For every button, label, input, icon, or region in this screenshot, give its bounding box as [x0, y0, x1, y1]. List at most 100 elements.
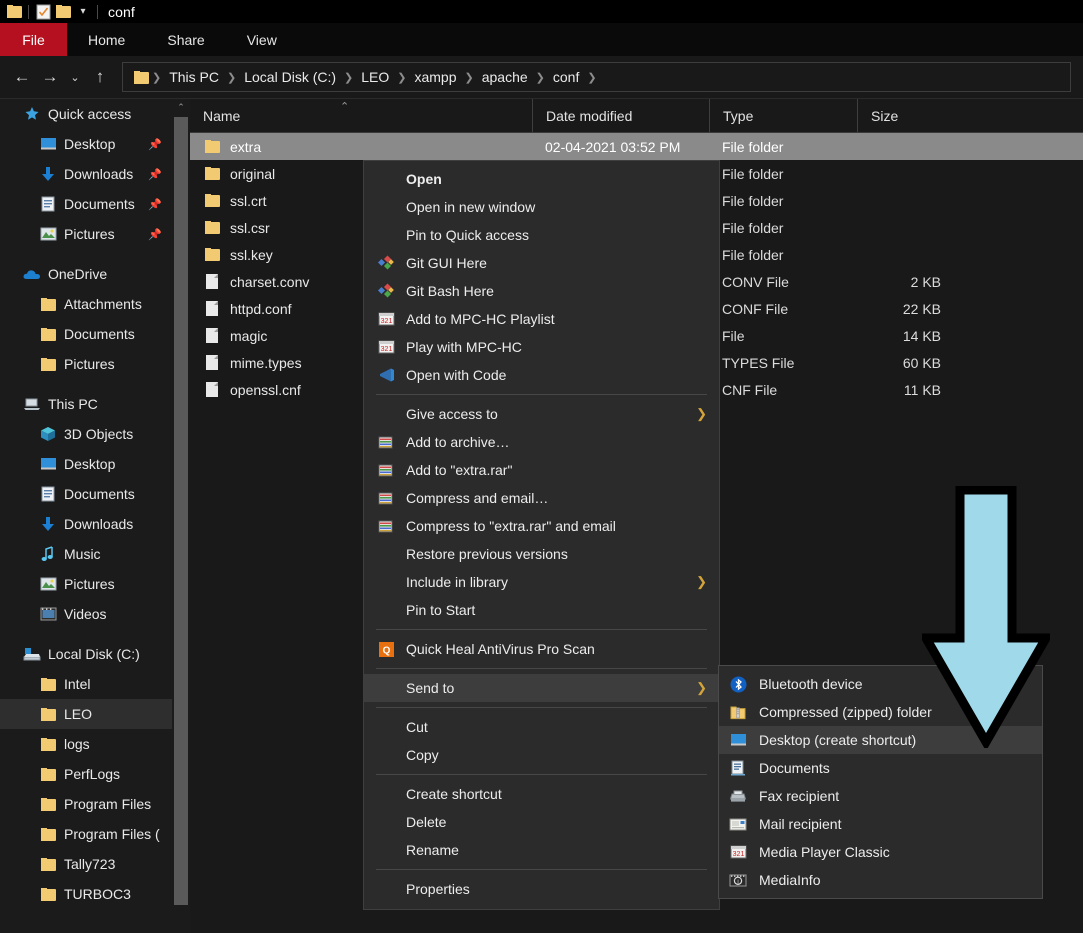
- sidebar-group-this-pc[interactable]: This PC: [0, 389, 172, 419]
- tab-view[interactable]: View: [226, 23, 298, 56]
- breadcrumb-item-local-disk[interactable]: Local Disk (C:): [237, 69, 343, 85]
- sidebar-item-attachments[interactable]: Attachments: [0, 289, 172, 319]
- sidebar-item-perflogs[interactable]: PerfLogs: [0, 759, 172, 789]
- column-header-size[interactable]: Size: [857, 98, 959, 133]
- submenu-item-label: Bluetooth device: [759, 676, 863, 692]
- menu-item-open[interactable]: Open: [364, 165, 719, 193]
- tab-home[interactable]: Home: [67, 23, 146, 56]
- sidebar-item-documents[interactable]: Documents: [0, 479, 172, 509]
- sidebar-item-intel[interactable]: Intel: [0, 669, 172, 699]
- sidebar-item-documents[interactable]: Documents 📌: [0, 189, 172, 219]
- blank-icon: [376, 785, 396, 803]
- tab-file[interactable]: File: [0, 23, 67, 56]
- menu-item-add-to-extra-rar[interactable]: Add to "extra.rar": [364, 456, 719, 484]
- file-icon: [203, 382, 221, 398]
- chevron-down-icon[interactable]: ⌄: [64, 63, 86, 91]
- sidebar-group-local-disk-c-[interactable]: Local Disk (C:): [0, 639, 172, 669]
- sidebar-item-leo[interactable]: LEO: [0, 699, 172, 729]
- menu-item-give-access-to[interactable]: Give access to ❯: [364, 400, 719, 428]
- sidebar-item-tally723[interactable]: Tally723: [0, 849, 172, 879]
- sidebar-item-downloads[interactable]: Downloads 📌: [0, 159, 172, 189]
- breadcrumb-item-apache[interactable]: apache: [475, 69, 535, 85]
- submenu-item-media-player-classic[interactable]: 321 Media Player Classic: [719, 838, 1042, 866]
- column-header-name[interactable]: Name: [190, 99, 532, 133]
- sidebar-item-documents[interactable]: Documents: [0, 319, 172, 349]
- pin-icon[interactable]: 📌: [148, 138, 162, 151]
- menu-item-copy[interactable]: Copy: [364, 741, 719, 769]
- scrollbar-thumb[interactable]: [174, 117, 188, 905]
- sidebar-scrollbar[interactable]: ⌃: [172, 99, 190, 933]
- submenu-item-mail-recipient[interactable]: Mail recipient: [719, 810, 1042, 838]
- menu-item-pin-to-quick-access[interactable]: Pin to Quick access: [364, 221, 719, 249]
- menu-item-play-with-mpc-hc[interactable]: 321 Play with MPC-HC: [364, 333, 719, 361]
- sidebar-item-program-files-[interactable]: Program Files (: [0, 819, 172, 849]
- menu-item-git-gui-here[interactable]: Git GUI Here: [364, 249, 719, 277]
- properties-checklist-icon[interactable]: [33, 2, 53, 22]
- sidebar-item-program-files[interactable]: Program Files: [0, 789, 172, 819]
- sidebar-item-videos[interactable]: Videos: [0, 599, 172, 629]
- menu-item-cut[interactable]: Cut: [364, 713, 719, 741]
- scroll-up-icon[interactable]: ⌃: [172, 99, 190, 115]
- sidebar-item-label: Program Files: [64, 796, 152, 812]
- sidebar-item-pictures[interactable]: Pictures: [0, 349, 172, 379]
- menu-item-include-in-library[interactable]: Include in library ❯: [364, 568, 719, 596]
- sidebar-item-label: TURBOC3: [64, 886, 131, 902]
- column-header-type[interactable]: Type: [709, 98, 857, 133]
- sidebar-item-3d-objects[interactable]: 3D Objects: [0, 419, 172, 449]
- send-to-submenu[interactable]: Bluetooth device Compressed (zipped) fold…: [718, 665, 1043, 899]
- breadcrumb[interactable]: ❯ This PC ❯ Local Disk (C:) ❯ LEO ❯ xamp…: [122, 62, 1071, 92]
- back-arrow-icon[interactable]: ←: [8, 63, 36, 91]
- menu-item-properties[interactable]: Properties: [364, 875, 719, 903]
- menu-item-restore-previous-versions[interactable]: Restore previous versions: [364, 540, 719, 568]
- breadcrumb-item-this-pc[interactable]: This PC: [162, 69, 226, 85]
- sidebar-group-onedrive[interactable]: OneDrive: [0, 259, 172, 289]
- submenu-item-fax-recipient[interactable]: Fax recipient: [719, 782, 1042, 810]
- menu-item-pin-to-start[interactable]: Pin to Start: [364, 596, 719, 624]
- column-header-date-modified[interactable]: Date modified: [532, 98, 709, 133]
- menu-item-compress-and-email[interactable]: Compress and email…: [364, 484, 719, 512]
- menu-item-delete[interactable]: Delete: [364, 808, 719, 836]
- submenu-item-compressed-zipped-folder[interactable]: Compressed (zipped) folder: [719, 698, 1042, 726]
- sort-ascending-icon: ⌃: [340, 101, 350, 113]
- sidebar-item-pictures[interactable]: Pictures 📌: [0, 219, 172, 249]
- folder-icon[interactable]: [53, 2, 73, 22]
- sidebar-item-downloads[interactable]: Downloads: [0, 509, 172, 539]
- sidebar-item-desktop[interactable]: Desktop 📌: [0, 129, 172, 159]
- menu-item-git-bash-here[interactable]: Git Bash Here: [364, 277, 719, 305]
- sidebar-item-label: Downloads: [64, 166, 134, 182]
- sidebar-item-pictures[interactable]: Pictures: [0, 569, 172, 599]
- pin-icon[interactable]: 📌: [148, 228, 162, 241]
- breadcrumb-item-xampp[interactable]: xampp: [407, 69, 463, 85]
- up-arrow-icon[interactable]: ↑: [86, 63, 114, 91]
- menu-item-open-with-code[interactable]: Open with Code: [364, 361, 719, 389]
- sidebar-item-logs[interactable]: logs: [0, 729, 172, 759]
- menu-item-open-in-new-window[interactable]: Open in new window: [364, 193, 719, 221]
- navigation-sidebar[interactable]: Quick access Desktop 📌 Downloads 📌 Documents 📌…: [0, 99, 172, 933]
- submenu-item-mediainfo[interactable]: i MediaInfo: [719, 866, 1042, 894]
- menu-item-send-to[interactable]: Send to ❯: [364, 674, 719, 702]
- tab-share[interactable]: Share: [146, 23, 225, 56]
- submenu-item-bluetooth-device[interactable]: Bluetooth device: [719, 670, 1042, 698]
- submenu-item-desktop-create-shortcut[interactable]: Desktop (create shortcut): [719, 726, 1042, 754]
- chevron-down-icon[interactable]: ▾: [73, 2, 93, 22]
- pin-icon[interactable]: 📌: [148, 168, 162, 181]
- submenu-item-documents[interactable]: Documents: [719, 754, 1042, 782]
- menu-item-quick-heal-antivirus-pro-scan[interactable]: Q Quick Heal AntiVirus Pro Scan: [364, 635, 719, 663]
- sidebar-group-quick-access[interactable]: Quick access: [0, 99, 172, 129]
- menu-item-rename[interactable]: Rename: [364, 836, 719, 864]
- table-row[interactable]: extra 02-04-2021 03:52 PM File folder: [190, 133, 1083, 160]
- sidebar-item-turboc3[interactable]: TURBOC3: [0, 879, 172, 909]
- folder-icon[interactable]: [4, 2, 24, 22]
- breadcrumb-item-conf[interactable]: conf: [546, 69, 586, 85]
- submenu-item-label: Fax recipient: [759, 788, 840, 804]
- menu-item-add-to-archive[interactable]: Add to archive…: [364, 428, 719, 456]
- context-menu[interactable]: Open Open in new window Pin to Quick acces…: [363, 160, 720, 910]
- breadcrumb-item-leo[interactable]: LEO: [354, 69, 396, 85]
- pin-icon[interactable]: 📌: [148, 198, 162, 211]
- sidebar-item-music[interactable]: Music: [0, 539, 172, 569]
- menu-item-add-to-mpc-hc-playlist[interactable]: 321 Add to MPC-HC Playlist: [364, 305, 719, 333]
- menu-item-create-shortcut[interactable]: Create shortcut: [364, 780, 719, 808]
- forward-arrow-icon[interactable]: →: [36, 63, 64, 91]
- menu-item-compress-to-extra-rar-and-email[interactable]: Compress to "extra.rar" and email: [364, 512, 719, 540]
- sidebar-item-desktop[interactable]: Desktop: [0, 449, 172, 479]
